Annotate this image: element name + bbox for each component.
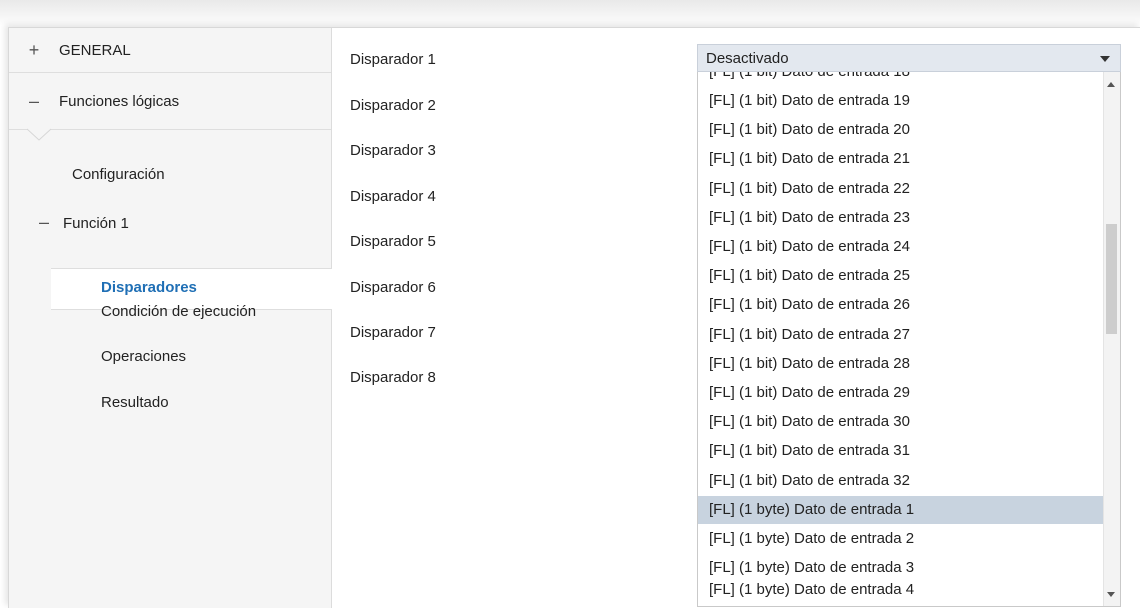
list-item[interactable]: [FL] (1 byte) Dato de entrada 4	[698, 576, 1104, 604]
list-item[interactable]: [FL] (1 bit) Dato de entrada 29	[698, 379, 1104, 407]
sidebar-item-funciones-logicas[interactable]: – Funciones lógicas	[9, 73, 331, 130]
sidebar-item-general[interactable]: + GENERAL	[9, 28, 331, 73]
list-item[interactable]: [FL] (1 bit) Dato de entrada 32	[698, 467, 1104, 495]
sidebar-item-resultado[interactable]: Resultado	[101, 394, 169, 411]
option-label: [FL] (1 bit) Dato de entrada 28	[709, 354, 910, 372]
option-label: [FL] (1 bit) Dato de entrada 27	[709, 325, 910, 343]
trigger-label: Disparador 6	[350, 279, 436, 296]
list-item[interactable]: [FL] (1 bit) Dato de entrada 18	[698, 72, 1104, 86]
collapse-minus-icon[interactable]: –	[39, 212, 53, 233]
option-label: [FL] (1 bit) Dato de entrada 22	[709, 179, 910, 197]
dropdown-scrollbar[interactable]	[1103, 72, 1120, 606]
option-label: [FL] (1 byte) Dato de entrada 4	[709, 581, 915, 598]
list-item[interactable]: [FL] (1 byte) Dato de entrada 1	[698, 495, 1104, 524]
option-label: [FL] (1 bit) Dato de entrada 23	[709, 208, 910, 226]
option-label: [FL] (1 bit) Dato de entrada 21	[709, 150, 910, 168]
scroll-down-arrow-icon[interactable]	[1107, 592, 1115, 597]
sidebar: + GENERAL – Funciones lógicas Configurac…	[9, 28, 332, 608]
trigger-label: Disparador 7	[350, 324, 436, 341]
chevron-down-icon[interactable]	[1100, 56, 1110, 62]
list-item[interactable]: [FL] (1 bit) Dato de entrada 23	[698, 204, 1104, 232]
sidebar-item-configuracion[interactable]: Configuración	[72, 166, 165, 183]
list-item[interactable]: [FL] (1 bit) Dato de entrada 24	[698, 233, 1104, 261]
list-item[interactable]: [FL] (1 bit) Dato de entrada 25	[698, 262, 1104, 290]
scrollbar-thumb[interactable]	[1106, 224, 1117, 334]
list-item[interactable]: [FL] (1 bit) Dato de entrada 26	[698, 291, 1104, 319]
option-label: [FL] (1 bit) Dato de entrada 25	[709, 267, 910, 285]
trigger-1-select[interactable]: Desactivado	[697, 44, 1121, 72]
option-label: [FL] (1 bit) Dato de entrada 24	[709, 238, 910, 255]
select-dropdown-list[interactable]: [FL] (1 bit) Dato de entrada 18 [FL] (1 …	[697, 72, 1121, 607]
list-item[interactable]: [FL] (1 bit) Dato de entrada 22	[698, 175, 1104, 203]
collapse-minus-icon[interactable]: –	[27, 92, 41, 110]
sidebar-item-funcion-1[interactable]: – Función 1	[39, 212, 129, 233]
trigger-label: Disparador 1	[350, 51, 436, 68]
list-item[interactable]: [FL] (1 bit) Dato de entrada 31	[698, 437, 1104, 465]
sidebar-item-condicion[interactable]: Condición de ejecución	[101, 303, 256, 320]
tree-notch-icon	[27, 128, 52, 141]
sidebar-item-label: Funciones lógicas	[59, 92, 180, 110]
select-value: Desactivado	[706, 50, 789, 67]
option-label: [FL] (1 bit) Dato de entrada 30	[709, 413, 910, 431]
sidebar-item-label: Función 1	[63, 215, 129, 232]
option-label: [FL] (1 bit) Dato de entrada 31	[709, 442, 910, 460]
list-item[interactable]: [FL] (1 bit) Dato de entrada 19	[698, 87, 1104, 115]
sidebar-item-operaciones[interactable]: Operaciones	[101, 348, 186, 365]
option-label: [FL] (1 bit) Dato de entrada 19	[709, 92, 910, 109]
list-item[interactable]: [FL] (1 bit) Dato de entrada 27	[698, 321, 1104, 349]
option-label: [FL] (1 bit) Dato de entrada 26	[709, 296, 910, 314]
list-item[interactable]: [FL] (1 bit) Dato de entrada 21	[698, 145, 1104, 173]
list-item[interactable]: [FL] (1 byte) Dato de entrada 2	[698, 525, 1104, 553]
option-label: [FL] (1 bit) Dato de entrada 18	[709, 72, 910, 80]
option-label: [FL] (1 byte) Dato de entrada 2	[709, 530, 915, 547]
option-label: [FL] (1 byte) Dato de entrada 3	[709, 559, 915, 577]
sidebar-item-label: GENERAL	[59, 41, 131, 59]
list-item[interactable]: [FL] (1 bit) Dato de entrada 20	[698, 116, 1104, 144]
scroll-up-arrow-icon[interactable]	[1107, 82, 1115, 87]
option-label: [FL] (1 bit) Dato de entrada 29	[709, 384, 910, 401]
sidebar-item-label: Disparadores	[101, 279, 197, 296]
trigger-label: Disparador 5	[350, 233, 436, 250]
expand-plus-icon[interactable]: +	[27, 41, 41, 59]
trigger-label: Disparador 3	[350, 142, 436, 159]
trigger-label: Disparador 4	[350, 188, 436, 205]
trigger-label: Disparador 2	[350, 97, 436, 114]
list-item[interactable]: [FL] (1 bit) Dato de entrada 30	[698, 408, 1104, 436]
list-item[interactable]: [FL] (1 bit) Dato de entrada 28	[698, 350, 1104, 378]
option-label: [FL] (1 bit) Dato de entrada 20	[709, 121, 910, 139]
option-label: [FL] (1 bit) Dato de entrada 32	[709, 471, 910, 489]
option-label: [FL] (1 byte) Dato de entrada 1	[709, 500, 915, 518]
trigger-label: Disparador 8	[350, 369, 436, 386]
